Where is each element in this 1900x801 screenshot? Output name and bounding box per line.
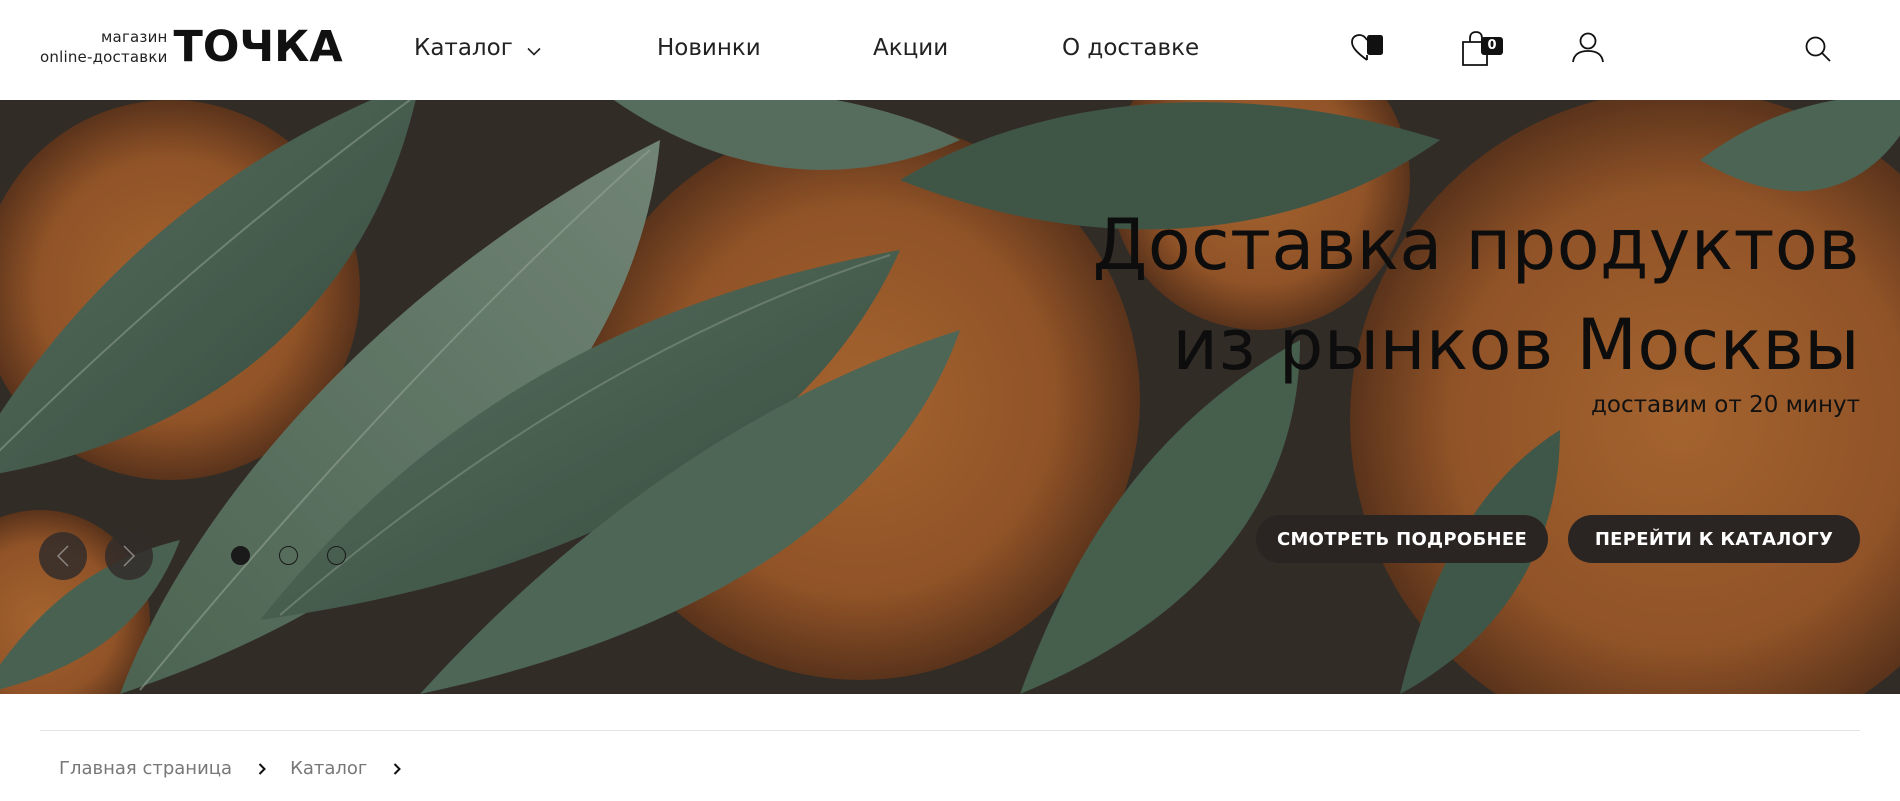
logo-line-1: магазин xyxy=(101,28,168,46)
nav-new[interactable]: Новинки xyxy=(657,33,761,63)
slider-prev-button[interactable] xyxy=(39,532,87,580)
chevron-right-icon xyxy=(123,545,136,567)
nav-sale[interactable]: Акции xyxy=(873,33,948,63)
favorites-button[interactable] xyxy=(1350,33,1386,67)
account-button[interactable] xyxy=(1571,32,1605,68)
site-header: магазин online-доставки ТОЧКА Каталог Но… xyxy=(0,0,1900,100)
search-icon xyxy=(1805,36,1831,62)
nav-catalog[interactable]: Каталог xyxy=(414,33,541,63)
logo-line-2: online-доставки xyxy=(40,48,168,66)
more-details-button[interactable]: СМОТРЕТЬ ПОДРОБНЕЕ xyxy=(1256,515,1548,563)
breadcrumb: Главная страница Каталог xyxy=(59,758,425,779)
nav-delivery[interactable]: О доставке xyxy=(1062,33,1199,63)
breadcrumb-home[interactable]: Главная страница xyxy=(59,758,232,779)
hero-subtitle: доставим от 20 минут xyxy=(1591,392,1860,418)
nav-catalog-label: Каталог xyxy=(414,35,513,61)
go-to-catalog-button[interactable]: ПЕРЕЙТИ К КАТАЛОГУ xyxy=(1568,515,1860,563)
user-icon xyxy=(1572,32,1604,63)
logo[interactable]: магазин online-доставки ТОЧКА xyxy=(40,22,343,72)
hero-banner: Доставка продуктов из рынков Москвы дост… xyxy=(0,100,1900,694)
chevron-right-icon xyxy=(258,762,266,775)
slider-next-button[interactable] xyxy=(105,532,153,580)
slider-dot-2[interactable] xyxy=(279,546,298,565)
hero-title: Доставка продуктов из рынков Москвы xyxy=(1093,195,1860,395)
cart-button[interactable]: 0 xyxy=(1460,30,1503,72)
hero-title-line-1: Доставка продуктов xyxy=(1092,204,1860,286)
hero-title-line-2: из рынков Москвы xyxy=(1172,304,1860,386)
breadcrumb-catalog[interactable]: Каталог xyxy=(290,758,367,779)
chevron-left-icon xyxy=(56,545,69,567)
search-button[interactable] xyxy=(1804,35,1832,67)
chevron-right-icon xyxy=(393,762,402,775)
logo-brand: ТОЧКА xyxy=(173,22,343,72)
slider-dot-3[interactable] xyxy=(327,546,346,565)
heart-icon xyxy=(1351,34,1383,61)
slider-dot-1[interactable] xyxy=(231,546,250,565)
logo-tagline: магазин online-доставки xyxy=(40,27,168,67)
section-divider xyxy=(40,730,1860,731)
chevron-down-icon xyxy=(527,47,541,56)
cart-count-badge: 0 xyxy=(1481,37,1503,55)
